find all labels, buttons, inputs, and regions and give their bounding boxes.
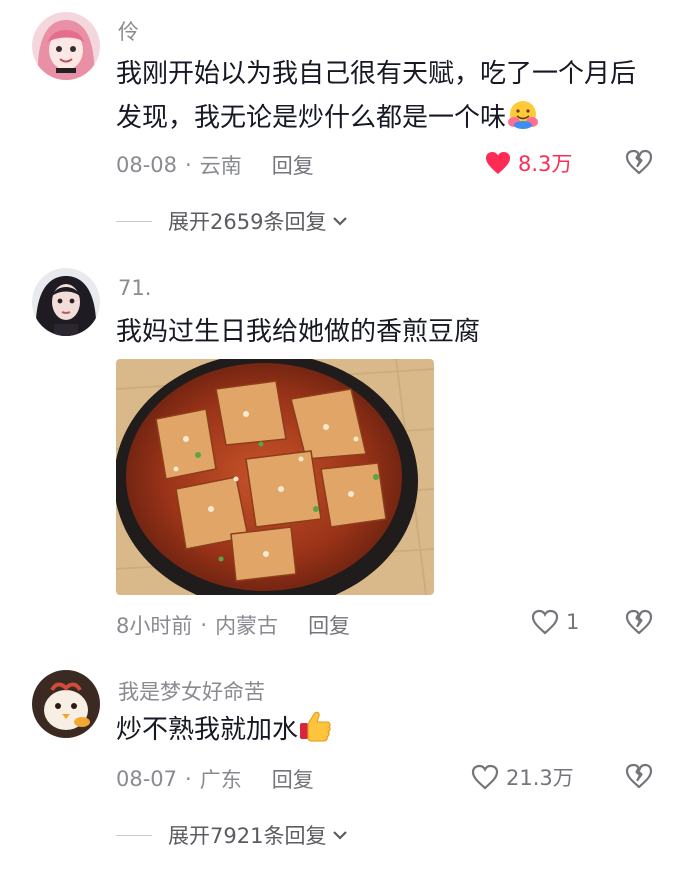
dislike-button[interactable] [624, 608, 654, 640]
like-button[interactable]: 8.3万 [484, 148, 572, 178]
reply-button[interactable]: 回复 [272, 764, 314, 794]
comment-text-content: 我妈过生日我给她做的香煎豆腐 [116, 317, 481, 347]
broken-heart-icon [625, 149, 653, 175]
broken-heart-icon [625, 763, 653, 789]
comment-text: 炒不熟我就加水 [116, 708, 656, 756]
avatar[interactable] [32, 670, 100, 738]
expand-divider [116, 834, 152, 836]
like-button[interactable]: 1 [530, 608, 579, 636]
heart-outline-icon [471, 764, 499, 790]
expand-label: 展开7921条回复 [168, 824, 327, 848]
meta-separator: · [200, 613, 208, 637]
dislike-button[interactable] [624, 762, 654, 794]
chevron-down-icon [333, 831, 348, 840]
comment-location: 广东 [199, 768, 242, 792]
avatar[interactable] [32, 268, 100, 336]
chevron-down-icon [333, 217, 348, 226]
comment-username[interactable]: 我是梦女好命苦 [118, 676, 265, 706]
meta-separator: · [185, 153, 192, 177]
comment-username[interactable]: 71. [118, 276, 151, 300]
comment-username[interactable]: 伶 [118, 16, 139, 46]
comment-meta: 08-07 · 广东 回复 [116, 764, 314, 794]
reply-button[interactable]: 回复 [272, 150, 314, 180]
like-count: 1 [566, 610, 580, 634]
meta-separator: · [185, 767, 192, 791]
like-count: 21.3万 [506, 766, 574, 790]
like-button[interactable]: 21.3万 [470, 762, 574, 792]
heart-filled-icon [486, 152, 510, 174]
dislike-button[interactable] [624, 148, 654, 180]
comment-meta: 08-08 · 云南 回复 [116, 150, 314, 180]
expand-label: 展开2659条回复 [168, 210, 327, 234]
comment-date: 8小时前 [116, 614, 193, 638]
like-count: 8.3万 [518, 152, 573, 176]
comment-meta: 8小时前 · 内蒙古 回复 [116, 610, 350, 640]
comment-text-content: 我刚开始以为我自己很有天赋，吃了一个月后发现，我无论是炒什么都是一个味 [116, 59, 637, 133]
comment-text: 我刚开始以为我自己很有天赋，吃了一个月后发现，我无论是炒什么都是一个味 [116, 52, 656, 144]
pan-fried-tofu-photo[interactable] [116, 359, 434, 595]
expand-divider [116, 220, 152, 222]
broken-heart-icon [625, 609, 653, 635]
comment-text-content: 炒不熟我就加水 [116, 715, 299, 745]
heart-outline-icon [531, 609, 559, 635]
avatar[interactable] [32, 12, 100, 80]
comment-location: 云南 [199, 154, 242, 178]
expand-replies-button[interactable]: 展开2659条回复 [116, 206, 348, 236]
hugging-face-emoji-icon [506, 100, 540, 144]
comment-date: 08-08 [116, 153, 178, 177]
expand-replies-button[interactable]: 展开7921条回复 [116, 820, 348, 850]
reply-button[interactable]: 回复 [308, 610, 350, 640]
comment-date: 08-07 [116, 767, 178, 791]
comment-location: 内蒙古 [215, 614, 279, 638]
thumbs-up-emoji-icon [298, 710, 332, 756]
comment-text: 我妈过生日我给她做的香煎豆腐 [116, 310, 656, 354]
